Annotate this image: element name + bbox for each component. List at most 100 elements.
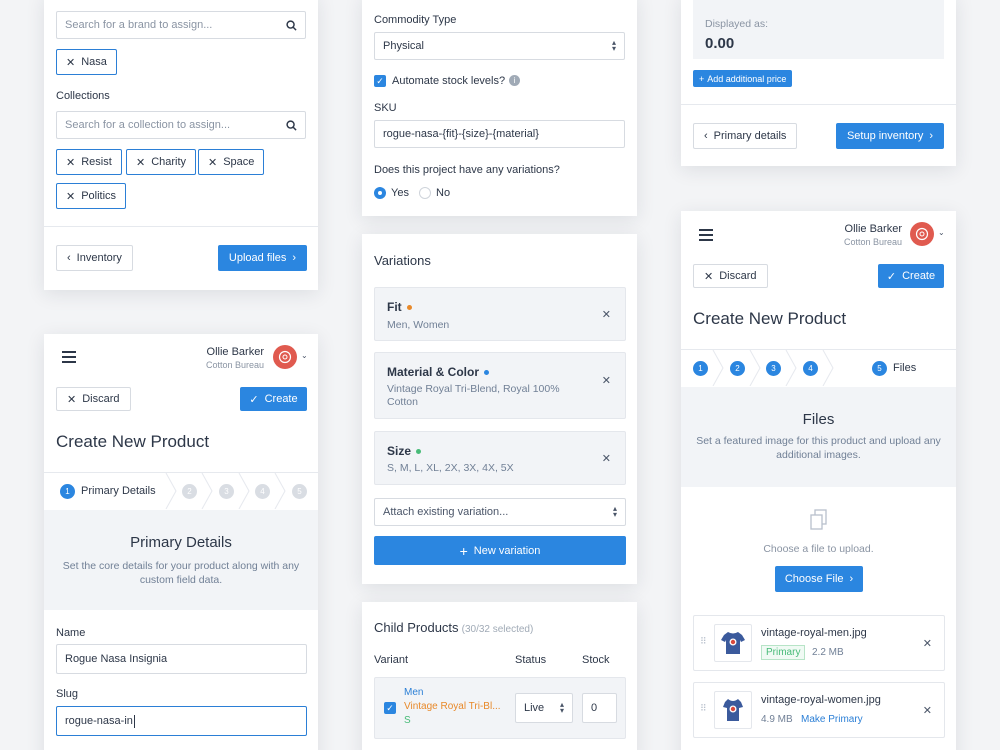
- no-radio[interactable]: [419, 187, 431, 199]
- new-variation-button[interactable]: + New variation: [374, 536, 626, 565]
- file-name: vintage-royal-women.jpg: [761, 694, 881, 706]
- stock-input[interactable]: 0: [582, 693, 617, 723]
- chevron-right-icon: ›: [929, 130, 934, 142]
- sku-input[interactable]: rogue-nasa-{fit}-{size}-{material}: [374, 120, 625, 148]
- variation-name: Fit: [387, 300, 402, 314]
- attach-variation-select[interactable]: Attach existing variation... ▴ ▾: [374, 498, 626, 526]
- step-divider: [822, 350, 834, 386]
- remove-icon[interactable]: ✕: [66, 190, 75, 203]
- automate-label: Automate stock levels?: [392, 75, 506, 87]
- choose-file-button[interactable]: Choose File ›: [775, 566, 863, 592]
- chevron-left-icon: ‹: [67, 252, 71, 264]
- upload-files-button[interactable]: Upload files ›: [218, 245, 307, 271]
- avatar[interactable]: [910, 222, 934, 246]
- section-header: Primary Details Set the core details for…: [44, 510, 318, 610]
- tshirt-icon: [721, 632, 745, 654]
- create-button[interactable]: ✓ Create: [240, 387, 307, 411]
- remove-icon[interactable]: ✕: [602, 308, 611, 321]
- chevron-right-icon: ›: [292, 252, 297, 264]
- remove-icon[interactable]: ✕: [208, 156, 217, 169]
- collection-tag[interactable]: ✕ Resist: [56, 149, 122, 175]
- stepper: 1 Primary Details 2 3 4 5: [44, 472, 318, 510]
- row-checkbox[interactable]: ✓: [384, 702, 396, 714]
- step-divider: [165, 473, 177, 509]
- remove-icon[interactable]: ✕: [923, 704, 932, 717]
- name-input[interactable]: Rogue Nasa Insignia: [56, 644, 307, 674]
- setup-inventory-button[interactable]: Setup inventory ›: [836, 123, 944, 149]
- step-divider: [712, 350, 724, 386]
- brand-search-input[interactable]: Search for a brand to assign...: [56, 11, 306, 39]
- collections-label: Collections: [56, 90, 110, 102]
- primary-details-back-button[interactable]: ‹ Primary details: [693, 123, 798, 149]
- yes-radio[interactable]: [374, 187, 386, 199]
- discard-button[interactable]: ✕ Discard: [693, 264, 768, 288]
- menu-icon[interactable]: [62, 351, 76, 363]
- slug-input[interactable]: rogue-nasa-in: [56, 706, 307, 736]
- drag-handle-icon[interactable]: ⠿: [700, 703, 707, 714]
- remove-icon[interactable]: ✕: [66, 156, 75, 169]
- variations-title: Variations: [374, 253, 431, 268]
- chevron-down-icon[interactable]: ⌄: [938, 228, 945, 237]
- brand-tag[interactable]: ✕ Nasa: [56, 49, 117, 75]
- file-row[interactable]: ⠿ vintage-royal-women.jpg 4.9 MB Make Pr…: [693, 682, 945, 738]
- inventory-back-button[interactable]: ‹ Inventory: [56, 245, 133, 271]
- file-thumbnail: [714, 691, 752, 729]
- avatar[interactable]: [273, 345, 297, 369]
- name-label: Name: [56, 627, 86, 639]
- variation-size[interactable]: Size S, M, L, XL, 2X, 3X, 4X, 5X ✕: [374, 431, 626, 485]
- step-2[interactable]: 2: [730, 361, 745, 376]
- variation-fit[interactable]: Fit Men, Women ✕: [374, 287, 626, 341]
- automate-checkbox[interactable]: ✓: [374, 75, 386, 87]
- discard-button[interactable]: ✕ Discard: [56, 387, 131, 411]
- tshirt-icon: [723, 699, 743, 721]
- commodity-label: Commodity Type: [374, 14, 457, 26]
- display-price-box: Displayed as: 0.00: [693, 0, 944, 59]
- column-variant: Variant: [374, 654, 409, 666]
- remove-icon[interactable]: ✕: [66, 56, 75, 69]
- upload-hint: Choose a file to upload.: [763, 543, 874, 555]
- remove-icon[interactable]: ✕: [136, 156, 145, 169]
- drag-handle-icon[interactable]: ⠿: [700, 636, 707, 647]
- yes-label: Yes: [391, 187, 409, 199]
- collection-search-input[interactable]: Search for a collection to assign...: [56, 111, 306, 139]
- user-name: Ollie Barker: [844, 223, 902, 235]
- remove-icon[interactable]: ✕: [923, 637, 932, 650]
- remove-icon[interactable]: ✕: [602, 374, 611, 387]
- file-row[interactable]: ⠿ vintage-royal-men.jpg Primary 2.2 MB ✕: [693, 615, 945, 671]
- step-5[interactable]: 5: [292, 484, 307, 499]
- user-info: Ollie Barker Cotton Bureau: [206, 346, 264, 370]
- step-5[interactable]: 5: [872, 361, 887, 376]
- step-2[interactable]: 2: [182, 484, 197, 499]
- step-3[interactable]: 3: [766, 361, 781, 376]
- child-products-title: Child Products: [374, 620, 459, 635]
- create-button[interactable]: ✓ Create: [878, 264, 944, 288]
- collection-tag[interactable]: ✕ Space: [198, 149, 265, 175]
- check-icon: ✓: [249, 393, 259, 406]
- info-icon[interactable]: i: [509, 75, 520, 86]
- collection-tag[interactable]: ✕ Charity: [126, 149, 197, 175]
- step-4[interactable]: 4: [803, 361, 818, 376]
- column-status: Status: [515, 654, 547, 666]
- collections-card: Search for a brand to assign... ✕ Nasa Co…: [44, 0, 318, 290]
- section-description: Set the core details for your product al…: [62, 560, 300, 586]
- table-row[interactable]: ✓ Men Vintage Royal Tri-Bl... S Live ▴ ▾ …: [374, 677, 626, 739]
- variations-question: Does this project have any variations?: [374, 164, 560, 176]
- commodity-select[interactable]: Physical ▴ ▾: [374, 32, 625, 60]
- step-3[interactable]: 3: [219, 484, 234, 499]
- variation-material[interactable]: Material & Color Vintage Royal Tri-Blend…: [374, 352, 626, 419]
- status-dot: [484, 370, 490, 376]
- collection-tag[interactable]: ✕ Politics: [56, 183, 127, 209]
- remove-icon[interactable]: ✕: [602, 452, 611, 465]
- make-primary-link[interactable]: Make Primary: [801, 714, 863, 725]
- step-1[interactable]: 1: [60, 484, 75, 499]
- step-divider: [749, 350, 761, 386]
- menu-icon[interactable]: [699, 229, 713, 241]
- displayed-value: 0.00: [705, 35, 735, 52]
- step-4[interactable]: 4: [255, 484, 270, 499]
- add-price-button[interactable]: + Add additional price: [693, 70, 793, 87]
- status-select[interactable]: Live ▴ ▾: [515, 693, 573, 723]
- step-1[interactable]: 1: [693, 361, 708, 376]
- chevron-down-icon[interactable]: ⌄: [301, 351, 308, 360]
- divider: [44, 226, 318, 227]
- selected-count: (30/32 selected): [461, 624, 534, 635]
